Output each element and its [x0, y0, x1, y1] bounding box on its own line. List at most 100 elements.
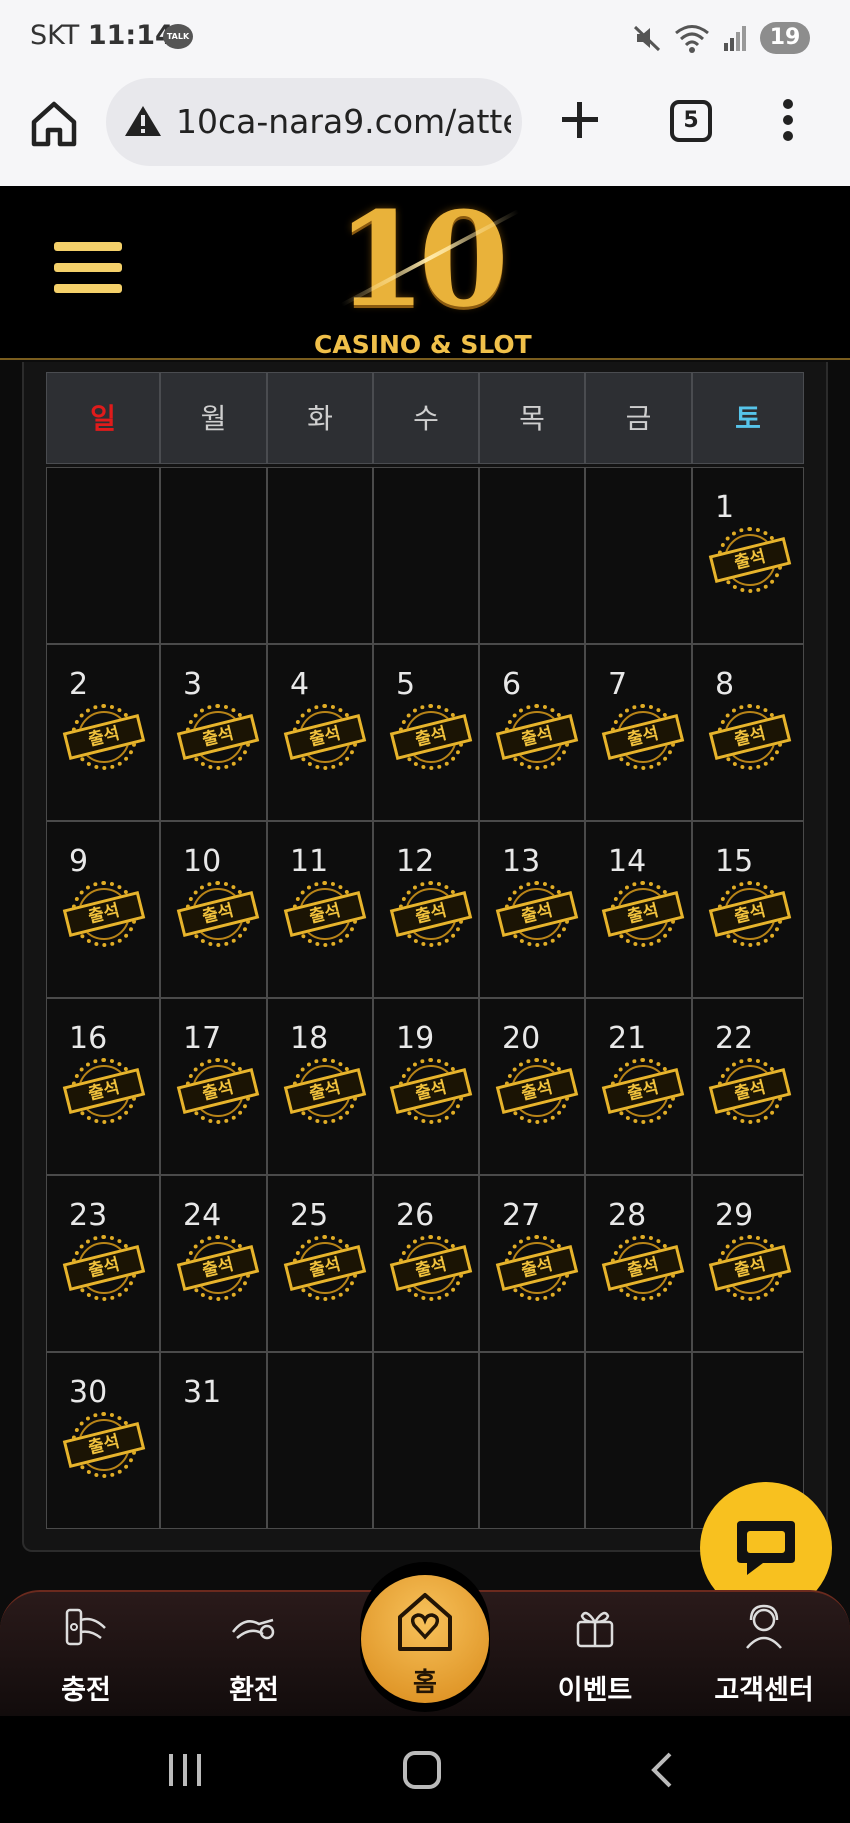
day-number: 11 — [290, 844, 329, 879]
home-heart-icon — [398, 1593, 452, 1651]
day-number: 25 — [290, 1198, 329, 1233]
day-number: 12 — [396, 844, 435, 879]
day-number: 16 — [69, 1021, 108, 1056]
weekday-thu: 목 — [479, 372, 585, 464]
calendar-day-cell[interactable]: 29 출석 — [692, 1175, 804, 1352]
nav-event-label: 이벤트 — [557, 1675, 633, 1706]
calendar-day-cell[interactable]: 18 출석 — [267, 998, 373, 1175]
calendar-day-cell[interactable]: 30 출석 — [46, 1352, 160, 1529]
nav-event[interactable]: 이벤트 — [525, 1592, 665, 1718]
day-number: 14 — [608, 844, 647, 879]
attendance-stamp-icon: 출석 — [283, 1055, 367, 1129]
calendar-day-cell[interactable]: 8 출석 — [692, 644, 804, 821]
calendar-day-cell[interactable]: 5 출석 — [373, 644, 479, 821]
day-number: 22 — [715, 1021, 754, 1056]
calendar-day-cell[interactable]: 24 출석 — [160, 1175, 267, 1352]
calendar-day-cell[interactable]: 11 출석 — [267, 821, 373, 998]
tabs-icon[interactable]: 5 — [670, 100, 712, 142]
weekday-tue: 화 — [267, 372, 373, 464]
calendar-day-cell[interactable]: 25 출석 — [267, 1175, 373, 1352]
battery-icon: 19 — [760, 22, 810, 54]
day-number: 3 — [183, 667, 203, 702]
calendar-day-cell[interactable]: 6 출석 — [479, 644, 585, 821]
calendar-day-cell[interactable]: 21 출석 — [585, 998, 692, 1175]
back-icon[interactable] — [642, 1750, 682, 1790]
calendar-day-cell[interactable]: 12 출석 — [373, 821, 479, 998]
attendance-stamp-icon: 출석 — [495, 701, 579, 775]
day-number: 2 — [69, 667, 89, 702]
calendar-day-cell[interactable]: 10 출석 — [160, 821, 267, 998]
attendance-stamp-icon: 출석 — [176, 878, 260, 952]
kakaotalk-icon: TALK — [163, 24, 193, 49]
site-header: 10 CASINO & SLOT — [0, 186, 850, 360]
day-number: 24 — [183, 1198, 222, 1233]
warning-icon[interactable] — [124, 104, 162, 138]
nav-home-label: 홈 — [413, 1668, 437, 1698]
day-number: 19 — [396, 1021, 435, 1056]
calendar-week-row: 30 출석 31 — [46, 1352, 804, 1529]
nav-deposit-label: 충전 — [61, 1675, 111, 1706]
calendar-day-cell[interactable]: 31 — [160, 1352, 267, 1529]
calendar-empty-cell — [267, 467, 373, 644]
system-home-icon[interactable] — [402, 1750, 442, 1790]
calendar-day-cell[interactable]: 4 출석 — [267, 644, 373, 821]
calendar-day-cell[interactable]: 1 출석 — [692, 467, 804, 644]
calendar-day-cell[interactable]: 16 출석 — [46, 998, 160, 1175]
plus-icon[interactable] — [558, 98, 602, 142]
nav-withdraw[interactable]: 환전 — [184, 1592, 324, 1718]
calendar-day-cell[interactable]: 2 출석 — [46, 644, 160, 821]
calendar-day-cell[interactable]: 20 출석 — [479, 998, 585, 1175]
calendar-week-row: 1 출석 — [46, 467, 804, 644]
attendance-stamp-icon: 출석 — [708, 701, 792, 775]
day-number: 21 — [608, 1021, 647, 1056]
calendar-day-cell[interactable]: 27 출석 — [479, 1175, 585, 1352]
recent-apps-icon[interactable] — [165, 1750, 205, 1790]
attendance-stamp-icon: 출석 — [283, 878, 367, 952]
calendar-weeks: 1 출석 2 출석 3 출석 4 출석 5 출석 6 출석 7 출석 8 출석 9 출석 10 출석 11 출석 12 출석 1… — [46, 467, 804, 1529]
attendance-stamp-icon: 출석 — [389, 878, 473, 952]
calendar-day-cell[interactable]: 19 출석 — [373, 998, 479, 1175]
day-number: 23 — [69, 1198, 108, 1233]
day-number: 7 — [608, 667, 628, 702]
attendance-stamp-icon: 출석 — [389, 1055, 473, 1129]
site-logo[interactable]: 10 CASINO & SLOT — [300, 194, 550, 360]
attendance-stamp-icon: 출석 — [176, 701, 260, 775]
calendar-day-cell[interactable]: 26 출석 — [373, 1175, 479, 1352]
status-icons: 19 — [632, 20, 810, 56]
logo-text: CASINO & SLOT — [314, 330, 532, 359]
calendar-day-cell[interactable]: 17 출석 — [160, 998, 267, 1175]
attendance-stamp-icon: 출석 — [176, 1055, 260, 1129]
attendance-calendar: 일 월 화 수 목 금 토 1 출석 2 출석 3 출석 4 출석 5 출석 6 출석 7 출석 8 출석 9 출… — [46, 372, 804, 1529]
attendance-stamp-icon: 출석 — [708, 1232, 792, 1306]
calendar-empty-cell — [479, 1352, 585, 1529]
hamburger-menu-icon[interactable] — [54, 242, 122, 300]
calendar-empty-cell — [160, 467, 267, 644]
calendar-empty-cell — [267, 1352, 373, 1529]
weekday-sun: 일 — [46, 372, 160, 464]
browser-toolbar: 10ca-nara9.com/atte 5 — [0, 76, 850, 186]
calendar-day-cell[interactable]: 7 출석 — [585, 644, 692, 821]
attendance-stamp-icon: 출석 — [601, 878, 685, 952]
nav-withdraw-label: 환전 — [229, 1675, 279, 1706]
calendar-day-cell[interactable]: 28 출석 — [585, 1175, 692, 1352]
address-bar[interactable]: 10ca-nara9.com/atte — [106, 78, 522, 166]
attendance-stamp-icon: 출석 — [62, 1409, 146, 1483]
calendar-day-cell[interactable]: 23 출석 — [46, 1175, 160, 1352]
overflow-menu-icon[interactable] — [782, 98, 794, 142]
day-number: 27 — [502, 1198, 541, 1233]
weekday-header: 일 월 화 수 목 금 토 — [46, 372, 804, 464]
attendance-stamp-icon: 출석 — [389, 701, 473, 775]
clock: 11:14 — [87, 20, 174, 51]
calendar-day-cell[interactable]: 9 출석 — [46, 821, 160, 998]
calendar-empty-cell — [585, 467, 692, 644]
calendar-day-cell[interactable]: 3 출석 — [160, 644, 267, 821]
calendar-day-cell[interactable]: 13 출석 — [479, 821, 585, 998]
nav-deposit[interactable]: 충전 — [16, 1592, 156, 1718]
calendar-day-cell[interactable]: 22 출석 — [692, 998, 804, 1175]
calendar-day-cell[interactable]: 14 출석 — [585, 821, 692, 998]
home-icon[interactable] — [28, 98, 80, 150]
calendar-day-cell[interactable]: 15 출석 — [692, 821, 804, 998]
weekday-wed: 수 — [373, 372, 479, 464]
url-text[interactable]: 10ca-nara9.com/atte — [176, 102, 511, 141]
nav-support[interactable]: 고객센터 — [694, 1592, 834, 1718]
